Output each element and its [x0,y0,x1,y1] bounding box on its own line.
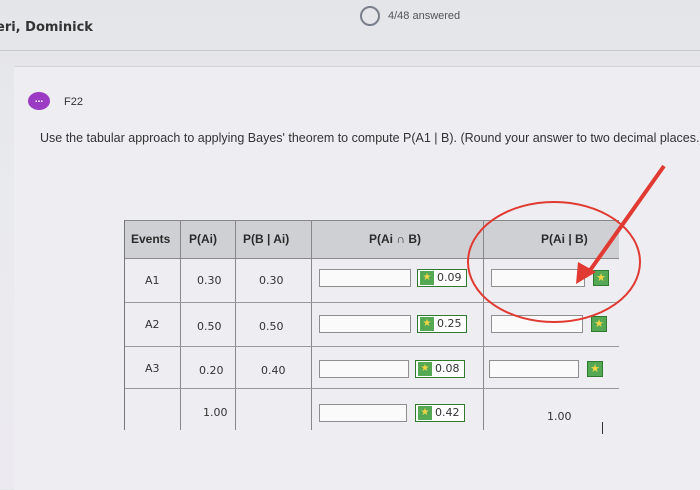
red-circle-annotation [467,201,641,323]
annotation-overlay [467,164,666,323]
red-arrow-annotation [584,164,666,278]
